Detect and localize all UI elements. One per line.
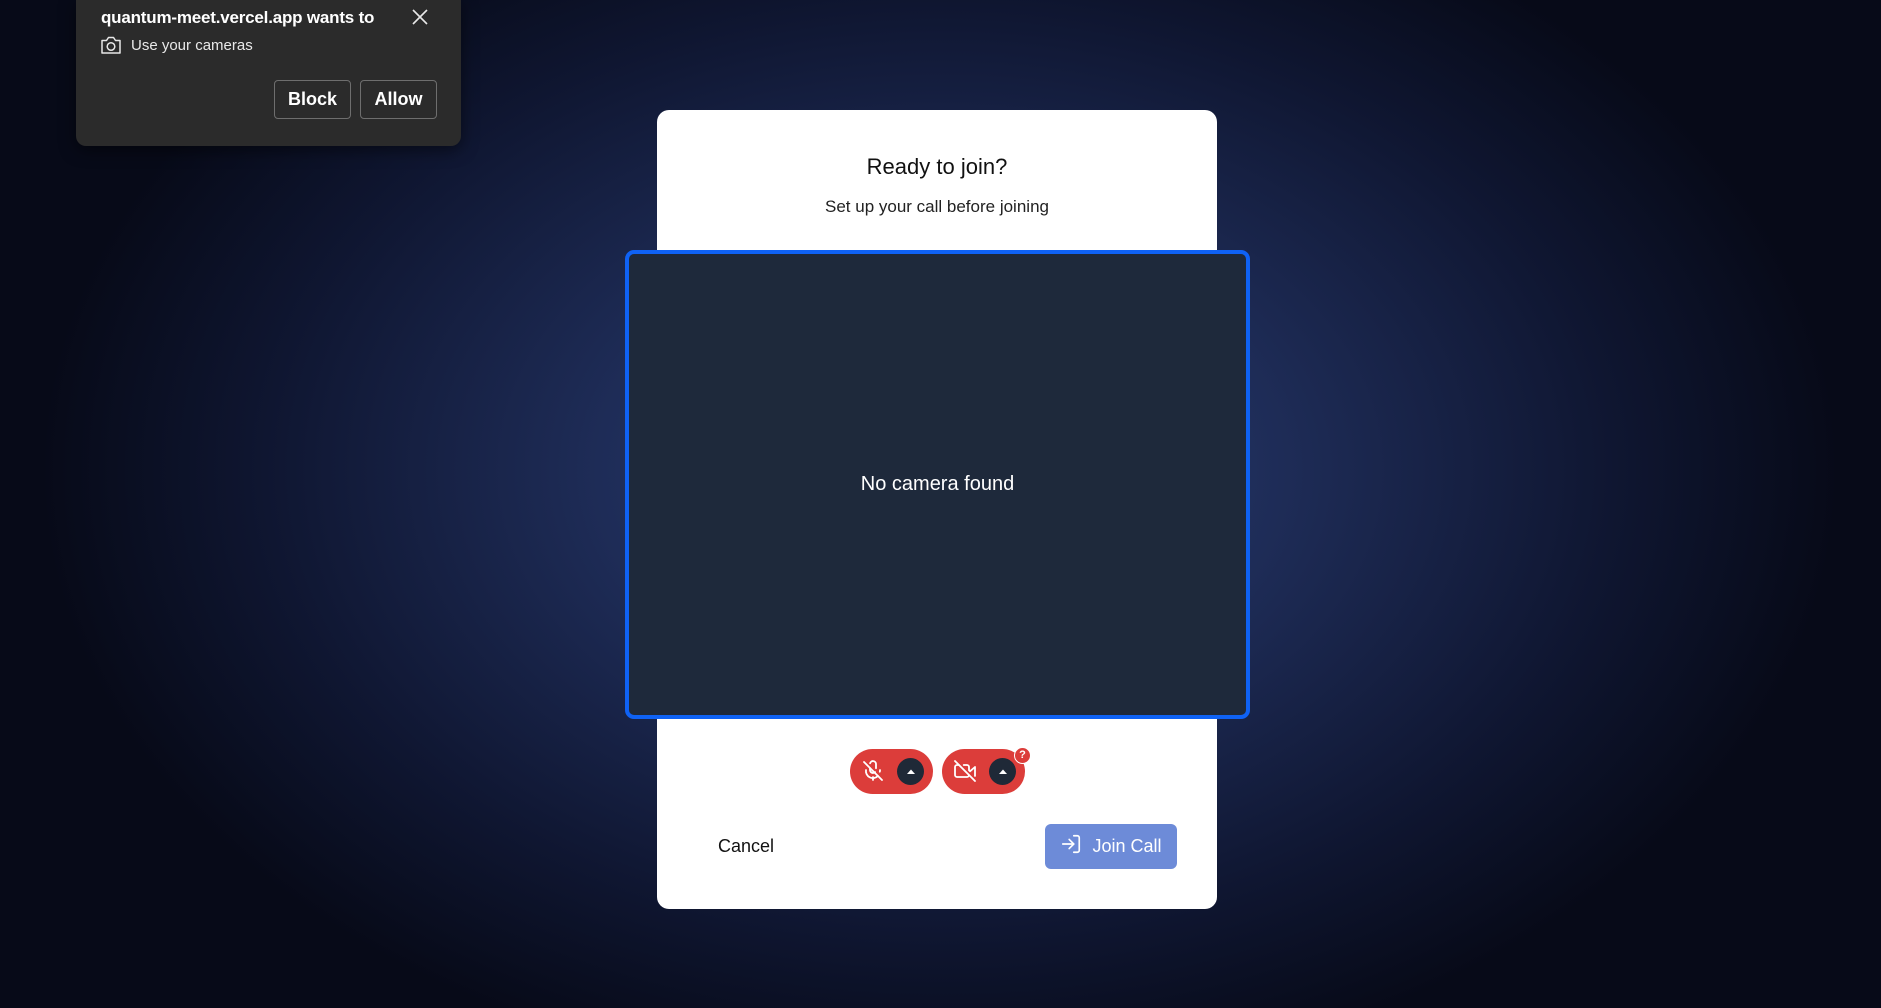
camera-options-chevron-up-icon[interactable] [989, 758, 1016, 785]
mic-options-chevron-up-icon[interactable] [897, 758, 924, 785]
camera-toggle-button[interactable] [942, 749, 1025, 794]
mic-toggle-button[interactable] [850, 749, 933, 794]
permission-popup: quantum-meet.vercel.app wants to Use you… [76, 0, 461, 146]
no-camera-message: No camera found [860, 473, 1015, 495]
camera-warning-badge: ? [1014, 747, 1031, 764]
sign-in-icon [1060, 833, 1092, 860]
permission-label: Use your cameras [131, 36, 253, 54]
page-subtitle: Set up your call before joining [825, 197, 1049, 216]
camera-icon [100, 35, 122, 55]
close-icon[interactable] [409, 6, 431, 28]
permission-title: quantum-meet.vercel.app wants to [101, 8, 375, 27]
cancel-button[interactable]: Cancel [702, 824, 790, 868]
join-call-label: Join Call [1092, 836, 1162, 856]
join-call-button[interactable]: Join Call [1045, 824, 1177, 869]
permission-item-camera: Use your cameras [100, 34, 253, 56]
block-button[interactable]: Block [274, 80, 351, 119]
video-preview: No camera found [625, 250, 1250, 719]
page-title: Ready to join? [866, 154, 1008, 179]
mic-off-icon [861, 759, 885, 783]
video-off-icon [953, 759, 977, 783]
allow-button[interactable]: Allow [360, 80, 437, 119]
